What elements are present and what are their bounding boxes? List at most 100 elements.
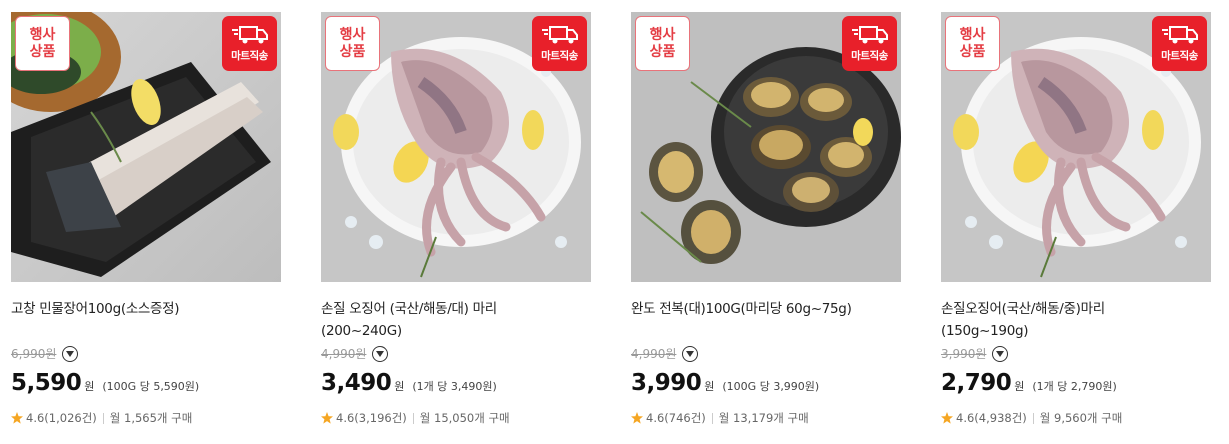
original-price-currency: 원 <box>665 347 677 361</box>
product-title-line[interactable]: 고창 민물장어100g(소스증정) <box>11 298 281 320</box>
product-card[interactable]: 행사 상품 마트직송 완도 전복(대)100G(마리당 60g~75g) 4,9… <box>631 12 901 432</box>
product-image[interactable]: 행사 상품 마트직송 <box>941 12 1211 282</box>
mart-delivery-badge: 마트직송 <box>222 16 277 71</box>
price-currency: 원 <box>704 380 715 393</box>
sale-price-row: 2,790 원 (1개 당 2,790원) <box>941 370 1117 396</box>
price-detail-button[interactable] <box>682 345 699 362</box>
event-product-badge: 행사 상품 <box>15 16 70 71</box>
price-currency: 원 <box>1014 380 1025 393</box>
sale-price: 3,490 <box>321 370 392 396</box>
price-currency: 원 <box>394 380 405 393</box>
original-price: 3,990원 <box>941 345 986 362</box>
event-product-badge: 행사 상품 <box>635 16 690 71</box>
mart-delivery-badge: 마트직송 <box>532 16 587 71</box>
sale-price-row: 3,490 원 (1개 당 3,490원) <box>321 370 497 396</box>
original-price-row: 4,990원 <box>631 345 699 362</box>
product-title-line[interactable]: 손질오징어(국산/해동/중)마리 <box>941 298 1211 320</box>
original-price-currency: 원 <box>975 347 987 361</box>
monthly-purchases: 월 9,560개 구매 <box>1039 411 1123 425</box>
chevron-down-icon <box>686 350 695 357</box>
delivery-badge-label: 마트직송 <box>851 50 888 62</box>
rating-row: 4.6(3,196건) 월 15,050개 구매 <box>321 410 510 426</box>
delivery-badge-label: 마트직송 <box>1161 50 1198 62</box>
event-badge-line2: 상품 <box>649 43 676 60</box>
rating-row: 4.6(1,026건) 월 1,565개 구매 <box>11 410 192 426</box>
sale-price-row: 3,990 원 (100G 당 3,990원) <box>631 370 819 396</box>
unit-price: (100G 당 5,590원) <box>102 380 200 393</box>
product-grid: 행사 상품 마트직송 고창 민물장어100g(소스증정) 6,990원 5,59… <box>0 0 1229 444</box>
price-detail-button[interactable] <box>992 345 1009 362</box>
monthly-purchases: 월 1,565개 구매 <box>109 411 193 425</box>
original-price: 4,990원 <box>321 345 366 362</box>
mart-delivery-badge: 마트직송 <box>842 16 897 71</box>
mart-delivery-badge: 마트직송 <box>1152 16 1207 71</box>
product-title-line[interactable]: 완도 전복(대)100G(마리당 60g~75g) <box>631 298 901 320</box>
rating-text: 4.6(746건) <box>646 411 706 425</box>
product-card[interactable]: 행사 상품 마트직송 손질오징어(국산/해동/중)마리 (150g~190g) … <box>941 12 1211 432</box>
event-product-badge: 행사 상품 <box>945 16 1000 71</box>
delivery-badge-label: 마트직송 <box>231 50 268 62</box>
chevron-down-icon <box>996 350 1005 357</box>
delivery-badge-label: 마트직송 <box>541 50 578 62</box>
divider <box>1032 412 1034 424</box>
product-image[interactable]: 행사 상품 마트직송 <box>321 12 591 282</box>
star-icon <box>321 412 333 424</box>
truck-icon <box>231 26 268 44</box>
star-icon <box>631 412 643 424</box>
rating-row: 4.6(4,938건) 월 9,560개 구매 <box>941 410 1122 426</box>
product-image[interactable]: 행사 상품 마트직송 <box>631 12 901 282</box>
unit-price: (1개 당 3,490원) <box>412 380 497 393</box>
product-title-line[interactable]: (200~240G) <box>321 320 591 342</box>
event-badge-line2: 상품 <box>959 43 986 60</box>
original-price-currency: 원 <box>45 347 57 361</box>
original-price-value: 6,990 <box>11 347 46 361</box>
sale-price: 2,790 <box>941 370 1012 396</box>
unit-price: (100G 당 3,990원) <box>722 380 820 393</box>
chevron-down-icon <box>66 350 75 357</box>
product-image[interactable]: 행사 상품 마트직송 <box>11 12 281 282</box>
event-badge-line1: 행사 <box>339 26 366 43</box>
product-title[interactable]: 손질오징어(국산/해동/중)마리 (150g~190g) <box>941 298 1211 344</box>
event-badge-line1: 행사 <box>959 26 986 43</box>
original-price-currency: 원 <box>355 347 367 361</box>
divider <box>711 412 713 424</box>
original-price-value: 4,990 <box>321 347 356 361</box>
price-detail-button[interactable] <box>62 345 79 362</box>
sale-price: 3,990 <box>631 370 702 396</box>
chevron-down-icon <box>376 350 385 357</box>
event-badge-line2: 상품 <box>339 43 366 60</box>
product-card[interactable]: 행사 상품 마트직송 고창 민물장어100g(소스증정) 6,990원 5,59… <box>11 12 281 432</box>
product-card[interactable]: 행사 상품 마트직송 손질 오징어 (국산/해동/대) 마리 (200~240G… <box>321 12 591 432</box>
rating-text: 4.6(1,026건) <box>26 411 97 425</box>
original-price-value: 3,990 <box>941 347 976 361</box>
product-title-line[interactable]: 손질 오징어 (국산/해동/대) 마리 <box>321 298 591 320</box>
product-title[interactable]: 손질 오징어 (국산/해동/대) 마리 (200~240G) <box>321 298 591 344</box>
product-title[interactable]: 완도 전복(대)100G(마리당 60g~75g) <box>631 298 901 344</box>
original-price-row: 3,990원 <box>941 345 1009 362</box>
original-price-row: 4,990원 <box>321 345 389 362</box>
star-icon <box>941 412 953 424</box>
event-product-badge: 행사 상품 <box>325 16 380 71</box>
original-price: 6,990원 <box>11 345 56 362</box>
event-badge-line2: 상품 <box>29 43 56 60</box>
monthly-purchases: 월 15,050개 구매 <box>419 411 510 425</box>
product-title[interactable]: 고창 민물장어100g(소스증정) <box>11 298 281 344</box>
original-price: 4,990원 <box>631 345 676 362</box>
price-detail-button[interactable] <box>372 345 389 362</box>
original-price-row: 6,990원 <box>11 345 79 362</box>
rating-text: 4.6(3,196건) <box>336 411 407 425</box>
truck-icon <box>851 26 888 44</box>
truck-icon <box>1161 26 1198 44</box>
truck-icon <box>541 26 578 44</box>
star-icon <box>11 412 23 424</box>
rating-row: 4.6(746건) 월 13,179개 구매 <box>631 410 809 426</box>
rating-text: 4.6(4,938건) <box>956 411 1027 425</box>
unit-price: (1개 당 2,790원) <box>1032 380 1117 393</box>
divider <box>412 412 414 424</box>
product-title-line[interactable]: (150g~190g) <box>941 320 1211 342</box>
original-price-value: 4,990 <box>631 347 666 361</box>
monthly-purchases: 월 13,179개 구매 <box>718 411 809 425</box>
price-currency: 원 <box>84 380 95 393</box>
divider <box>102 412 104 424</box>
event-badge-line1: 행사 <box>29 26 56 43</box>
